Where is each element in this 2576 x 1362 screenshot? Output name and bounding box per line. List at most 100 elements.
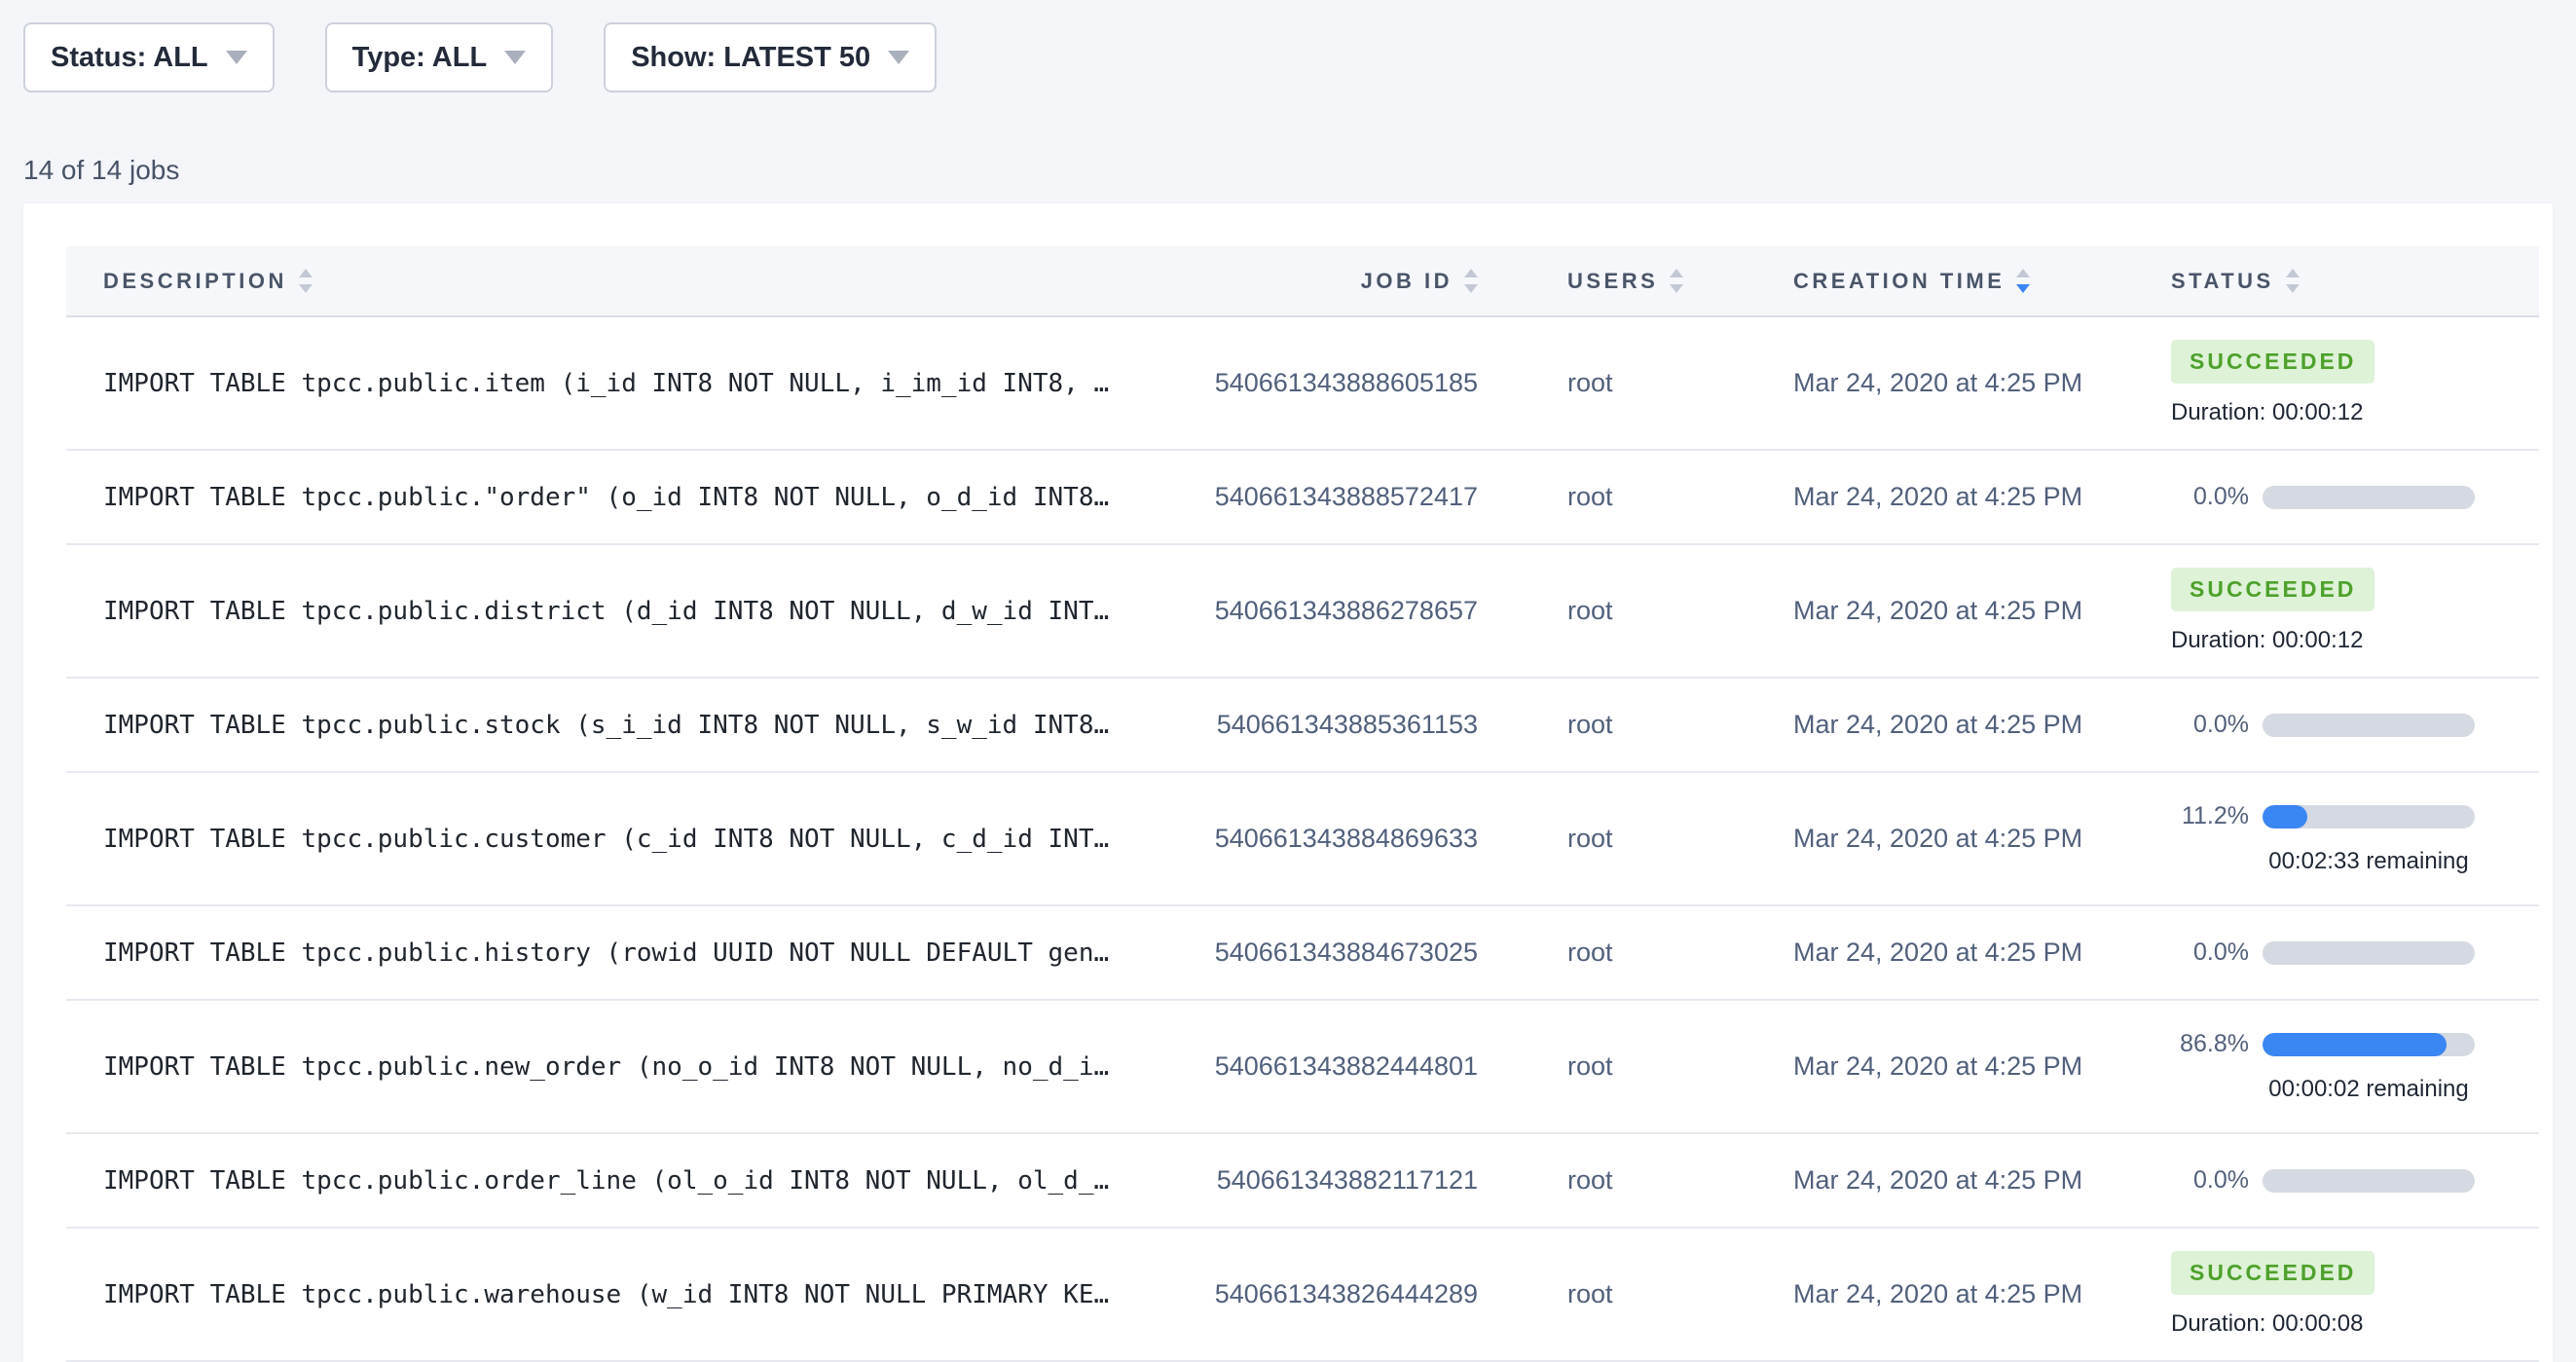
status-badge: SUCCEEDED	[2171, 340, 2374, 384]
job-id: 540661343886278657	[1149, 596, 1490, 626]
chevron-down-icon	[226, 51, 247, 64]
type-filter-label: Type: ALL	[352, 42, 488, 74]
progress-percent: 0.0%	[2171, 483, 2249, 511]
progress-percent: 0.0%	[2171, 1166, 2249, 1195]
job-status: 11.2% 00:02:33 remaining	[2122, 802, 2539, 875]
job-creation-time: Mar 24, 2020 at 4:25 PM	[1752, 368, 2122, 398]
header-cell[interactable]: STATUS	[2122, 269, 2539, 294]
filter-bar: Status: ALL Type: ALL Show: LATEST 50	[23, 22, 2576, 92]
chevron-down-icon	[504, 51, 526, 64]
progress-percent: 86.8%	[2171, 1030, 2249, 1058]
progress-line: 0.0%	[2171, 711, 2539, 739]
jobs-count: 14 of 14 jobs	[23, 155, 2576, 186]
job-id: 540661343884869633	[1149, 824, 1490, 854]
job-creation-time: Mar 24, 2020 at 4:25 PM	[1752, 824, 2122, 854]
status-progress: 0.0%	[2171, 483, 2539, 511]
status-badge: SUCCEEDED	[2171, 568, 2374, 611]
progress-bar	[2263, 1033, 2475, 1056]
progress-remaining: 00:02:33 remaining	[2263, 848, 2475, 875]
progress-percent: 0.0%	[2171, 711, 2249, 739]
job-status: 0.0%	[2122, 939, 2539, 967]
table-row[interactable]: IMPORT TABLE tpcc.public.new_order (no_o…	[66, 1001, 2539, 1134]
progress-bar	[2263, 1169, 2475, 1193]
table-row[interactable]: IMPORT TABLE tpcc.public.district (d_id …	[66, 545, 2539, 679]
jobs-table-card: DESCRIPTION JOB ID USERS CREATION TIME S…	[23, 203, 2553, 1362]
progress-bar	[2263, 805, 2475, 828]
table-row[interactable]: IMPORT TABLE tpcc.public.history (rowid …	[66, 906, 2539, 1001]
job-status: SUCCEEDED Duration: 00:00:12	[2122, 568, 2539, 654]
table-row[interactable]: IMPORT TABLE tpcc.public."order" (o_id I…	[66, 451, 2539, 545]
sort-icons	[1464, 269, 1478, 293]
show-filter-dropdown[interactable]: Show: LATEST 50	[604, 22, 937, 92]
job-status: 0.0%	[2122, 1166, 2539, 1195]
header-description-label: DESCRIPTION	[103, 269, 287, 294]
sort-icons	[2286, 269, 2300, 293]
status-filter-label: Status: ALL	[51, 42, 208, 74]
job-user: root	[1490, 368, 1752, 398]
header-cell[interactable]: CREATION TIME	[1752, 269, 2122, 294]
header-creation-time-label: CREATION TIME	[1793, 269, 2005, 294]
status-progress: 86.8% 00:00:02 remaining	[2171, 1030, 2539, 1103]
job-id: 540661343882117121	[1149, 1165, 1490, 1196]
status-badge: SUCCEEDED	[2171, 1251, 2374, 1295]
header-cell[interactable]: USERS	[1490, 269, 1752, 294]
job-id: 540661343882444801	[1149, 1051, 1490, 1082]
job-description: IMPORT TABLE tpcc.public.new_order (no_o…	[66, 1052, 1149, 1082]
progress-line: 0.0%	[2171, 939, 2539, 967]
job-id: 540661343826444289	[1149, 1279, 1490, 1309]
job-status: 86.8% 00:00:02 remaining	[2122, 1030, 2539, 1103]
job-id: 540661343888572417	[1149, 482, 1490, 512]
job-creation-time: Mar 24, 2020 at 4:25 PM	[1752, 1279, 2122, 1309]
status-succeeded: SUCCEEDED Duration: 00:00:12	[2171, 340, 2539, 426]
status-progress: 0.0%	[2171, 1166, 2539, 1195]
sort-asc-icon	[1464, 269, 1478, 277]
job-creation-time: Mar 24, 2020 at 4:25 PM	[1752, 596, 2122, 626]
job-user: root	[1490, 1051, 1752, 1082]
job-creation-time: Mar 24, 2020 at 4:25 PM	[1752, 710, 2122, 740]
header-jobid-label: JOB ID	[1361, 269, 1453, 294]
job-user: root	[1490, 1165, 1752, 1196]
status-filter-dropdown[interactable]: Status: ALL	[23, 22, 275, 92]
sort-desc-icon	[299, 284, 313, 293]
header-cell[interactable]: JOB ID	[1149, 269, 1490, 294]
progress-line: 86.8%	[2171, 1030, 2539, 1058]
job-status: SUCCEEDED Duration: 00:00:12	[2122, 340, 2539, 426]
sort-asc-icon	[2016, 269, 2030, 277]
header-cell[interactable]: DESCRIPTION	[66, 269, 1149, 294]
status-succeeded: SUCCEEDED Duration: 00:00:12	[2171, 568, 2539, 654]
job-user: root	[1490, 1279, 1752, 1309]
job-description: IMPORT TABLE tpcc.public.history (rowid …	[66, 939, 1149, 968]
status-progress: 0.0%	[2171, 939, 2539, 967]
job-description: IMPORT TABLE tpcc.public.item (i_id INT8…	[66, 369, 1149, 398]
job-status: 0.0%	[2122, 711, 2539, 739]
progress-bar	[2263, 941, 2475, 965]
job-user: root	[1490, 710, 1752, 740]
status-duration: Duration: 00:00:12	[2171, 399, 2539, 426]
progress-percent: 11.2%	[2171, 802, 2249, 830]
job-id: 540661343885361153	[1149, 710, 1490, 740]
sort-icons	[1670, 269, 1683, 293]
type-filter-dropdown[interactable]: Type: ALL	[325, 22, 554, 92]
chevron-down-icon	[888, 51, 909, 64]
progress-percent: 0.0%	[2171, 939, 2249, 967]
sort-icons	[299, 269, 313, 293]
table-row[interactable]: IMPORT TABLE tpcc.public.warehouse (w_id…	[66, 1229, 2539, 1362]
job-description: IMPORT TABLE tpcc.public.order_line (ol_…	[66, 1166, 1149, 1196]
job-id: 540661343888605185	[1149, 368, 1490, 398]
progress-remaining: 00:00:02 remaining	[2263, 1076, 2475, 1103]
progress-line: 0.0%	[2171, 483, 2539, 511]
table-row[interactable]: IMPORT TABLE tpcc.public.order_line (ol_…	[66, 1134, 2539, 1229]
table-row[interactable]: IMPORT TABLE tpcc.public.stock (s_i_id I…	[66, 679, 2539, 773]
progress-bar	[2263, 714, 2475, 737]
progress-fill	[2263, 805, 2307, 828]
table-row[interactable]: IMPORT TABLE tpcc.public.customer (c_id …	[66, 773, 2539, 906]
job-description: IMPORT TABLE tpcc.public.district (d_id …	[66, 597, 1149, 626]
jobs-table: DESCRIPTION JOB ID USERS CREATION TIME S…	[66, 246, 2539, 1362]
sort-desc-icon	[1670, 284, 1683, 293]
table-row[interactable]: IMPORT TABLE tpcc.public.item (i_id INT8…	[66, 317, 2539, 451]
progress-bar	[2263, 486, 2475, 509]
sort-desc-icon	[1464, 284, 1478, 293]
job-user: root	[1490, 482, 1752, 512]
job-status: 0.0%	[2122, 483, 2539, 511]
job-description: IMPORT TABLE tpcc.public.customer (c_id …	[66, 825, 1149, 854]
